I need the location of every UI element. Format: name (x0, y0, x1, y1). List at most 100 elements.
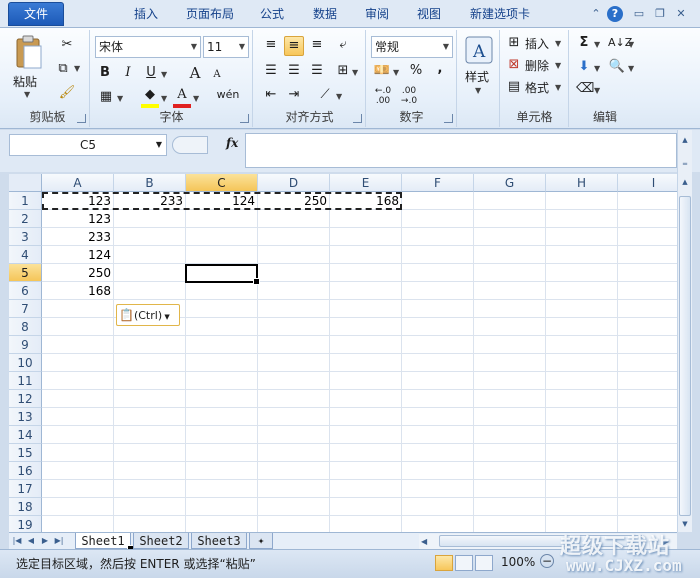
close-window-icon[interactable]: ✕ (673, 6, 689, 22)
insert-sheet-icon[interactable]: ✦ (249, 533, 273, 549)
row-header[interactable]: 13 (9, 408, 42, 426)
paste-button[interactable]: 粘贴 ▼ (12, 32, 46, 104)
format-cells-button[interactable]: 格式 (525, 79, 549, 96)
last-sheet-icon[interactable]: ▶| (53, 534, 65, 548)
page-break-view-icon[interactable] (475, 555, 493, 571)
font-color-dropdown-icon[interactable]: ▼ (193, 94, 199, 103)
row-header[interactable]: 9 (9, 336, 42, 354)
first-sheet-icon[interactable]: |◀ (11, 534, 23, 548)
column-header-i[interactable]: I (618, 174, 677, 192)
number-launcher-icon[interactable] (444, 114, 453, 123)
column-header-h[interactable]: H (546, 174, 618, 192)
scroll-up-icon[interactable]: ▲ (679, 134, 691, 146)
row-header[interactable]: 3 (9, 228, 42, 246)
delete-dropdown-icon[interactable]: ▼ (555, 61, 561, 70)
grow-font-button[interactable]: A (187, 64, 203, 82)
sort-filter-icon[interactable]: A↓Z (608, 34, 632, 52)
zoom-out-icon[interactable]: − (540, 554, 554, 568)
align-bottom-icon[interactable]: ≡ (308, 36, 326, 54)
clipboard-launcher-icon[interactable] (77, 114, 86, 123)
underline-button[interactable]: U (143, 64, 159, 82)
minimize-ribbon-icon[interactable]: ⌃ (588, 6, 604, 22)
fill-dropdown-icon[interactable]: ▼ (594, 64, 600, 73)
italic-button[interactable]: I (120, 64, 136, 82)
row-header[interactable]: 18 (9, 498, 42, 516)
insert-function-button[interactable]: fx (226, 136, 238, 150)
accounting-dropdown-icon[interactable]: ▼ (393, 68, 399, 77)
find-select-icon[interactable]: 🔍 (608, 58, 626, 76)
increase-decimal-icon[interactable]: ←.0.00 (373, 86, 393, 106)
font-launcher-icon[interactable] (240, 114, 249, 123)
column-header-d[interactable]: D (258, 174, 330, 192)
clear-dropdown-icon[interactable]: ▼ (594, 86, 600, 95)
next-sheet-icon[interactable]: ▶ (39, 534, 51, 548)
row-header[interactable]: 7 (9, 300, 42, 318)
row-header[interactable]: 14 (9, 426, 42, 444)
row-header[interactable]: 1 (9, 192, 42, 210)
split-handle-icon[interactable]: ═ (679, 158, 691, 170)
percent-style-button[interactable]: % (407, 62, 425, 80)
row-header[interactable]: 4 (9, 246, 42, 264)
shrink-font-button[interactable]: A (209, 66, 225, 84)
fill-color-dropdown-icon[interactable]: ▼ (161, 94, 167, 103)
scroll-down-icon[interactable]: ▼ (679, 518, 691, 530)
fill-color-icon[interactable]: ◆ (141, 86, 159, 108)
format-dropdown-icon[interactable]: ▼ (555, 83, 561, 92)
merge-center-icon[interactable]: ⊞ (334, 62, 352, 80)
phonetic-guide-button[interactable]: wén (215, 86, 241, 104)
help-icon[interactable]: ? (607, 6, 623, 22)
restore-window-icon[interactable]: ❐ (652, 6, 668, 22)
clear-icon[interactable]: ⌫ (576, 80, 594, 98)
column-header-e[interactable]: E (330, 174, 402, 192)
cell-a6[interactable]: 168 (42, 282, 114, 300)
borders-icon[interactable]: ▦ (97, 88, 115, 106)
vertical-scrollbar[interactable]: ▲ ═ ▲ ▼ (677, 130, 692, 532)
row-header[interactable]: 15 (9, 444, 42, 462)
align-left-icon[interactable]: ☰ (262, 62, 280, 80)
worksheet-grid[interactable]: A B C D E F G H I 1 2 3 4 5 6 7 8 9 10 1… (9, 174, 677, 532)
column-header-g[interactable]: G (474, 174, 546, 192)
format-painter-icon[interactable]: 🖌 (58, 84, 76, 102)
scroll-left-icon[interactable]: ◀ (421, 534, 427, 549)
paste-dropdown-icon[interactable]: ▼ (24, 90, 30, 99)
cell-a4[interactable]: 124 (42, 246, 114, 264)
tab-file[interactable]: 文件 (8, 2, 64, 26)
column-header-f[interactable]: F (402, 174, 474, 192)
chevron-down-icon[interactable]: ▼ (156, 135, 162, 155)
autosum-dropdown-icon[interactable]: ▼ (594, 40, 600, 49)
fill-icon[interactable]: ⬇ (576, 58, 592, 76)
sort-dropdown-icon[interactable]: ▼ (628, 40, 634, 49)
font-size-select[interactable]: 11 ▼ (203, 36, 249, 58)
align-right-icon[interactable]: ☰ (308, 62, 326, 80)
page-layout-view-icon[interactable] (455, 555, 473, 571)
row-header[interactable]: 11 (9, 372, 42, 390)
increase-indent-icon[interactable]: ⇥ (285, 86, 303, 104)
insert-cells-icon[interactable]: ⊞ (505, 34, 523, 52)
formula-input[interactable] (245, 133, 677, 168)
column-header-a[interactable]: A (42, 174, 114, 192)
active-cell-c5[interactable] (185, 264, 260, 285)
cell-a5[interactable]: 250 (42, 264, 114, 282)
tab-data[interactable]: 数据 (303, 3, 347, 28)
tab-insert[interactable]: 插入 (124, 3, 168, 28)
delete-cells-icon[interactable]: ⊠ (505, 56, 523, 74)
sheet-tab-sheet2[interactable]: Sheet2 (133, 533, 189, 549)
align-middle-icon[interactable]: ≡ (284, 36, 304, 56)
align-center-icon[interactable]: ☰ (285, 62, 303, 80)
name-box[interactable]: C5 ▼ (9, 134, 167, 156)
column-header-b[interactable]: B (114, 174, 186, 192)
insert-cells-button[interactable]: 插入 (525, 35, 549, 52)
row-header[interactable]: 2 (9, 210, 42, 228)
row-header[interactable]: 12 (9, 390, 42, 408)
orientation-icon[interactable]: ⟋ (316, 86, 334, 104)
decrease-indent-icon[interactable]: ⇤ (262, 86, 280, 104)
font-color-icon[interactable]: A (173, 86, 191, 108)
sheet-tab-sheet3[interactable]: Sheet3 (191, 533, 247, 549)
delete-cells-button[interactable]: 删除 (525, 57, 549, 74)
wrap-text-icon[interactable]: ⤶ (334, 36, 352, 54)
tab-formulas[interactable]: 公式 (250, 3, 294, 28)
row-header[interactable]: 17 (9, 480, 42, 498)
format-cells-icon[interactable]: ▤ (505, 78, 523, 96)
zoom-level[interactable]: 100% (501, 555, 535, 569)
comma-style-button[interactable]: , (431, 60, 449, 78)
